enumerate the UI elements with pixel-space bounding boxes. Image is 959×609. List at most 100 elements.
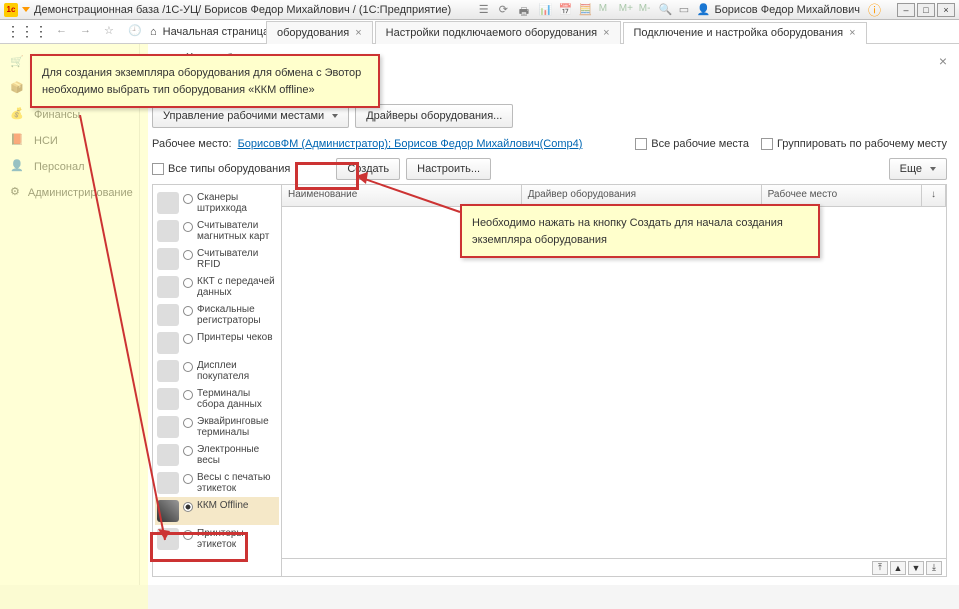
create-button[interactable]: Создать xyxy=(336,158,400,180)
type-item[interactable]: Принтеры чеков xyxy=(155,329,279,357)
type-icon xyxy=(157,500,179,522)
radio-icon[interactable] xyxy=(183,474,193,484)
home-icon: ⌂ xyxy=(150,26,157,38)
maximize-button[interactable]: □ xyxy=(917,3,935,17)
radio-icon[interactable] xyxy=(183,446,193,456)
setup-button[interactable]: Настроить... xyxy=(406,158,491,180)
group-by-workplace-checkbox[interactable]: Группировать по рабочему месту xyxy=(761,138,947,150)
app-logo: 1c xyxy=(4,3,18,17)
radio-icon[interactable] xyxy=(183,390,193,400)
box-icon: 📦 xyxy=(10,81,26,97)
print-icon[interactable]: 🖶 xyxy=(519,3,533,17)
tab-close-icon[interactable]: × xyxy=(603,27,609,39)
type-item[interactable]: Принтеры этикеток xyxy=(155,525,279,553)
panels-icon[interactable]: ▭ xyxy=(679,3,693,17)
equipment-type-list[interactable]: Сканеры штрихкода Считыватели магнитных … xyxy=(152,184,282,577)
col-name[interactable]: Наименование xyxy=(282,185,522,206)
radio-icon[interactable] xyxy=(183,222,193,232)
info-icon[interactable]: ⓘ xyxy=(868,0,881,19)
grid-nav-up[interactable]: ▲ xyxy=(890,561,906,575)
radio-icon[interactable] xyxy=(183,306,193,316)
tab-close-icon[interactable]: × xyxy=(849,27,855,39)
radio-icon[interactable] xyxy=(183,194,193,204)
window-titlebar: 1c Демонстрационная база /1С-УЦ/ Борисов… xyxy=(0,0,959,20)
icon-2[interactable]: ⟳ xyxy=(499,3,513,17)
workplace-label: Рабочее место: xyxy=(152,138,232,150)
book-icon: 📕 xyxy=(10,133,26,149)
type-icon xyxy=(157,528,179,550)
type-item[interactable]: Весы с печатью этикеток xyxy=(155,469,279,497)
type-icon xyxy=(157,472,179,494)
m-icon[interactable]: M xyxy=(599,3,613,17)
home-tab[interactable]: ⌂ Начальная страница xyxy=(140,21,279,44)
nav-personnel[interactable]: 👤Персонал xyxy=(0,154,139,180)
cart-icon: 🛒 xyxy=(10,55,26,71)
person-icon: 👤 xyxy=(10,159,26,175)
main-panel: стройка оборудования × е оборудование Уп… xyxy=(140,44,959,585)
annotation-1: Для создания экземпляра оборудования для… xyxy=(30,54,380,108)
all-types-checkbox[interactable]: Все типы оборудования xyxy=(152,163,290,175)
annotation-2: Необходимо нажать на кнопку Создать для … xyxy=(460,204,820,258)
window-title: Демонстрационная база /1С-УЦ/ Борисов Фе… xyxy=(34,4,451,16)
all-workplaces-checkbox[interactable]: Все рабочие места xyxy=(635,138,749,150)
search-icon[interactable]: 🔍 xyxy=(659,3,673,17)
user-name: Борисов Федор Михайлович xyxy=(714,4,860,16)
calendar-icon[interactable]: 📅 xyxy=(559,3,573,17)
m-minus-icon[interactable]: M- xyxy=(639,3,653,17)
type-icon xyxy=(157,388,179,410)
type-item[interactable]: Считыватели магнитных карт xyxy=(155,217,279,245)
icon-1[interactable]: ☰ xyxy=(479,3,493,17)
type-icon xyxy=(157,416,179,438)
tab-close-icon[interactable]: × xyxy=(355,27,361,39)
type-item[interactable]: Считыватели RFID xyxy=(155,245,279,273)
type-item-kkm-offline[interactable]: ККМ Offline xyxy=(155,497,279,525)
radio-icon[interactable] xyxy=(183,278,193,288)
type-icon xyxy=(157,360,179,382)
workplace-link[interactable]: БорисовФМ (Администратор); Борисов Федор… xyxy=(238,138,583,150)
close-window-button[interactable]: × xyxy=(937,3,955,17)
type-icon xyxy=(157,332,179,354)
m-plus-icon[interactable]: M+ xyxy=(619,3,633,17)
tab-bar: ⌂ Начальная страница оборудования× Настр… xyxy=(0,20,959,44)
col-sort[interactable]: ↓ xyxy=(922,185,946,206)
tab-1[interactable]: Настройки подключаемого оборудования× xyxy=(375,21,621,44)
user-icon: 👤 xyxy=(697,3,711,16)
radio-icon[interactable] xyxy=(183,334,193,344)
radio-icon[interactable] xyxy=(183,418,193,428)
grid-body[interactable] xyxy=(282,207,946,558)
icon-4[interactable]: 📊 xyxy=(539,3,553,17)
radio-icon[interactable] xyxy=(183,530,193,540)
radio-icon[interactable] xyxy=(183,502,193,512)
type-item[interactable]: ККТ с передачей данных xyxy=(155,273,279,301)
grid-nav-down[interactable]: ▼ xyxy=(908,561,924,575)
grid-nav-last[interactable]: ⤓ xyxy=(926,561,942,575)
grid-nav-first[interactable]: ⤒ xyxy=(872,561,888,575)
more-button[interactable]: Еще xyxy=(889,158,947,180)
minimize-button[interactable]: – xyxy=(897,3,915,17)
radio-icon[interactable] xyxy=(183,362,193,372)
type-item[interactable]: Дисплеи покупателя xyxy=(155,357,279,385)
gear-icon: ⚙ xyxy=(10,185,20,201)
type-item[interactable]: Эквайринговые терминалы xyxy=(155,413,279,441)
tab-0[interactable]: оборудования× xyxy=(266,21,373,44)
col-driver[interactable]: Драйвер оборудования xyxy=(522,185,762,206)
nav-admin[interactable]: ⚙Администрирование xyxy=(0,180,139,206)
titlebar-icons: ☰ ⟳ 🖶 📊 📅 🧮 M M+ M- 🔍 ▭ xyxy=(479,3,693,17)
tab-2[interactable]: Подключение и настройка оборудования× xyxy=(623,22,867,45)
type-icon xyxy=(157,192,179,214)
calc-icon[interactable]: 🧮 xyxy=(579,3,593,17)
grid-footer: ⤒ ▲ ▼ ⤓ xyxy=(282,558,946,576)
page-close-icon[interactable]: × xyxy=(939,53,947,69)
type-icon xyxy=(157,444,179,466)
radio-icon[interactable] xyxy=(183,250,193,260)
type-icon xyxy=(157,248,179,270)
user-info[interactable]: 👤 Борисов Федор Михайлович xyxy=(697,3,860,16)
coin-icon: 💰 xyxy=(10,107,26,123)
type-item[interactable]: Фискальные регистраторы xyxy=(155,301,279,329)
type-item[interactable]: Терминалы сбора данных xyxy=(155,385,279,413)
type-item[interactable]: Сканеры штрихкода xyxy=(155,189,279,217)
col-workplace[interactable]: Рабочее место xyxy=(762,185,922,206)
type-item[interactable]: Электронные весы xyxy=(155,441,279,469)
app-menu-dropdown-icon[interactable] xyxy=(22,7,30,12)
nav-nsi[interactable]: 📕НСИ xyxy=(0,128,139,154)
